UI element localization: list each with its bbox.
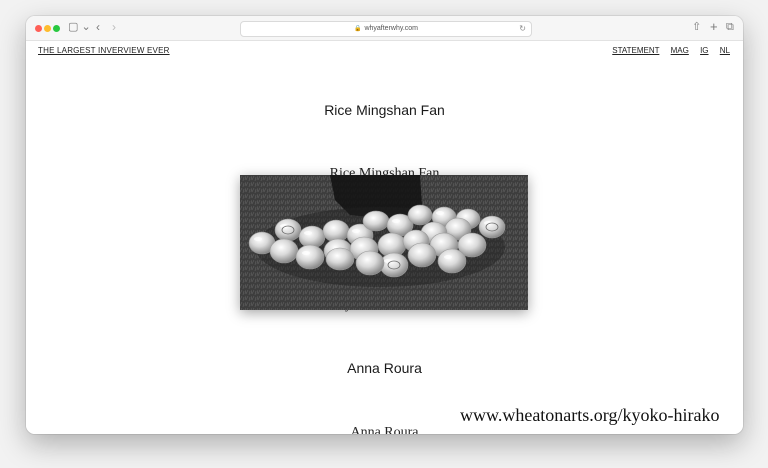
sidebar-icon[interactable]: ▢ ⌄ — [68, 20, 91, 34]
glass-domes-photo — [240, 175, 528, 310]
share-icon[interactable]: ⇧ — [692, 20, 701, 34]
zoom-window-button[interactable] — [53, 25, 60, 32]
entry-name-link[interactable]: Rice Mingshan Fan — [26, 102, 743, 118]
nav-mag-link[interactable]: MAG — [671, 46, 689, 55]
address-bar[interactable]: 🔒 whyafterwhy.com ↻ — [240, 21, 532, 37]
nav-ig-link[interactable]: IG — [700, 46, 708, 55]
nav-statement-link[interactable]: STATEMENT — [612, 46, 659, 55]
reload-icon[interactable]: ↻ — [519, 22, 526, 36]
nav-nl-link[interactable]: NL — [720, 46, 730, 55]
plus-icon[interactable]: + — [710, 20, 718, 34]
minimize-window-button[interactable] — [44, 25, 51, 32]
url-text: whyafterwhy.com — [364, 25, 419, 32]
entry-name-link[interactable]: Anna Roura — [26, 360, 743, 376]
browser-toolbar: ▢ ⌄ ‹ › 🔒 whyafterwhy.com ↻ ⇧ + ⧉ — [26, 16, 743, 41]
site-nav: STATEMENT MAG IG NL — [603, 46, 730, 55]
site-title-link[interactable]: THE LARGEST INVERVIEW EVER — [38, 46, 170, 55]
chevron-left-icon[interactable]: ‹ — [96, 20, 100, 34]
close-window-button[interactable] — [35, 25, 42, 32]
tabs-icon[interactable]: ⧉ — [726, 20, 734, 34]
page-content: THE LARGEST INVERVIEW EVER STATEMENT MAG… — [26, 41, 743, 434]
watermark-url: www.wheatonarts.org/kyoko-hirako — [460, 405, 720, 425]
entry-name-link[interactable]: Anna Roura — [26, 425, 743, 434]
lock-icon: 🔒 — [353, 26, 362, 32]
hover-photo[interactable] — [240, 175, 528, 310]
browser-window: ▢ ⌄ ‹ › 🔒 whyafterwhy.com ↻ ⇧ + ⧉ THE LAR… — [26, 16, 743, 434]
chevron-right-icon[interactable]: › — [112, 20, 116, 34]
